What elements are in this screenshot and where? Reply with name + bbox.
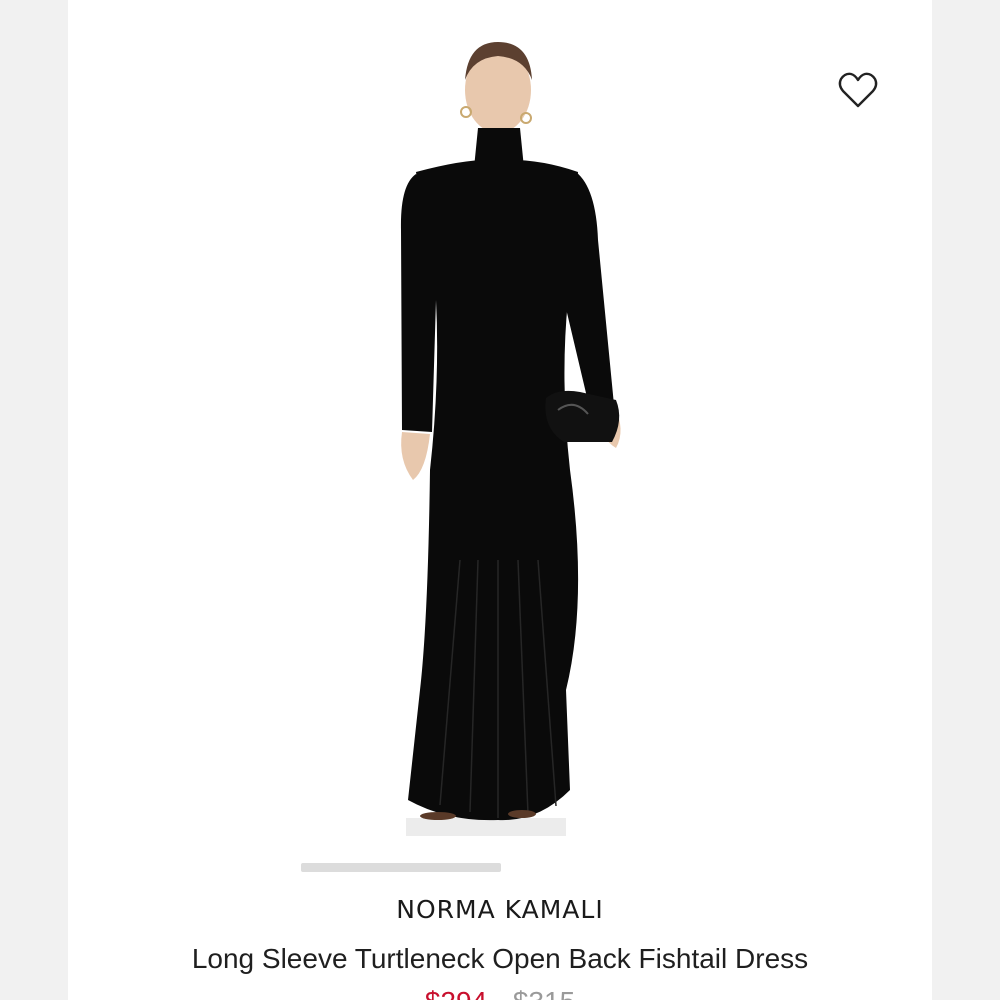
- original-price: $315: [513, 986, 575, 1000]
- model-left-hand: [401, 432, 430, 480]
- price-row: $294 $315: [68, 986, 932, 1000]
- image-carousel-indicator[interactable]: [301, 863, 501, 872]
- earring-left: [460, 106, 472, 118]
- product-image[interactable]: [68, 0, 932, 860]
- product-title[interactable]: Long Sleeve Turtleneck Open Back Fishtai…: [68, 943, 932, 975]
- model-left-shoe: [420, 812, 456, 820]
- dress-left-sleeve: [400, 174, 440, 432]
- model-illustration: [400, 42, 621, 836]
- floor-shadow: [406, 818, 566, 836]
- sale-price: $294: [425, 986, 487, 1000]
- model-right-shoe: [508, 810, 536, 818]
- product-screen: NORMA KAMALI Long Sleeve Turtleneck Open…: [0, 0, 1000, 1000]
- clutch-bag: [545, 390, 620, 442]
- product-brand[interactable]: NORMA KAMALI: [68, 895, 932, 924]
- product-card: NORMA KAMALI Long Sleeve Turtleneck Open…: [68, 0, 932, 1000]
- heart-outline-icon: [838, 72, 878, 108]
- wishlist-button[interactable]: [836, 68, 880, 112]
